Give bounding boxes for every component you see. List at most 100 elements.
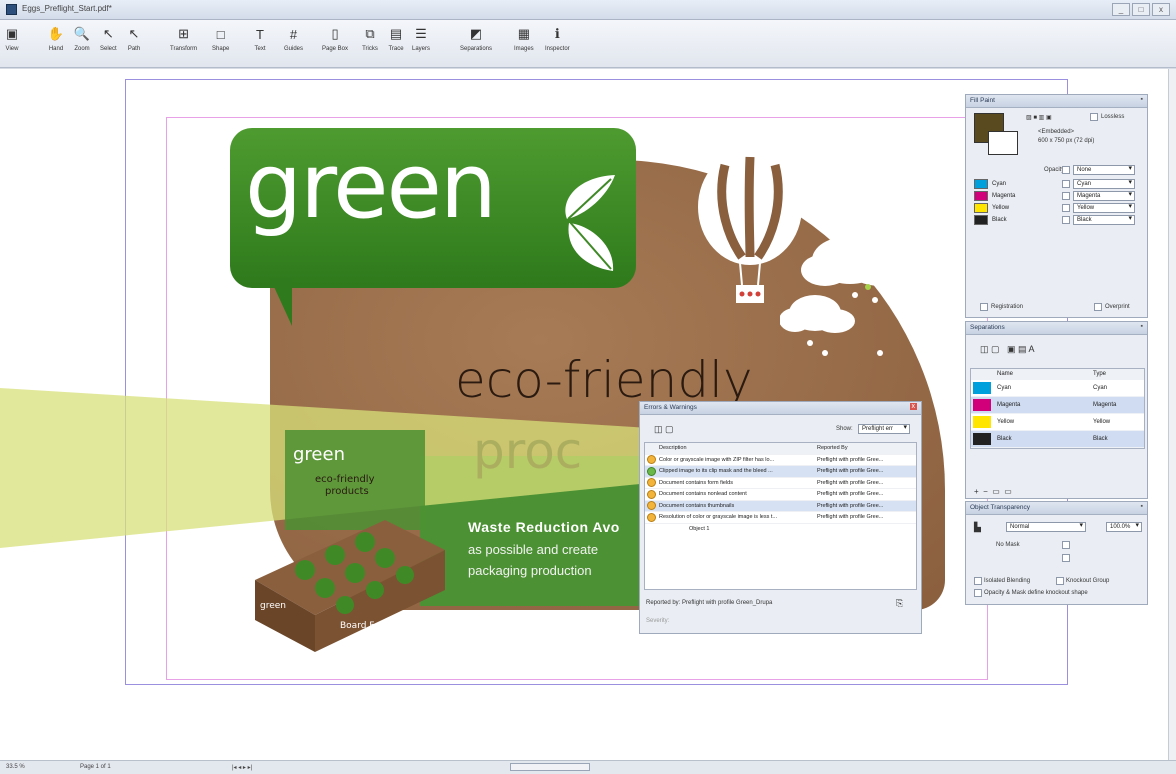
dialog-close-icon[interactable]: x — [909, 403, 917, 410]
ink-checkbox[interactable] — [1062, 180, 1070, 188]
minimize-button[interactable]: _ — [1112, 3, 1130, 16]
transform-icon: ⊞ — [178, 26, 190, 41]
ink-map-select[interactable]: Yellow — [1073, 203, 1135, 213]
col-type[interactable]: Type — [1093, 371, 1106, 377]
knockout-group-checkbox[interactable] — [1056, 577, 1064, 585]
tool-view[interactable]: ▣ View — [4, 26, 20, 52]
opacity-select[interactable]: None — [1073, 165, 1135, 175]
separations-table: Name Type Cyan Cyan Magenta Magenta Yellow Yel… — [970, 368, 1145, 449]
mask-checkbox[interactable] — [1062, 541, 1070, 549]
box-badge-2: products — [325, 486, 369, 497]
error-row[interactable]: Document contains thumbnails Preflight wi… — [645, 500, 916, 512]
object-transparency-panel: Object Transparency ▪ ▙ Normal 100.0% No … — [965, 501, 1148, 605]
vertical-scrollbar[interactable] — [1168, 69, 1176, 760]
tool-images[interactable]: ▦ Images — [514, 26, 534, 52]
copy-icon[interactable]: ⎘ — [896, 598, 903, 609]
isolated-blending-checkbox[interactable] — [974, 577, 982, 585]
panel-close-icon[interactable]: ▪ — [1141, 96, 1143, 103]
errors-dialog-title: Errors & Warnings — [644, 404, 697, 411]
box-badge-1: eco-friendly — [315, 474, 375, 485]
close-button[interactable]: x — [1152, 3, 1170, 16]
separation-type: Yellow — [1093, 419, 1111, 425]
tool-separations[interactable]: ◩ Separations — [460, 26, 492, 52]
error-description: Document contains nonlead content — [659, 491, 747, 498]
tool-select[interactable]: ↖ Select — [100, 26, 117, 52]
tool-layers[interactable]: ☰ Layers — [412, 26, 430, 52]
col-reported-by[interactable]: Reported By — [817, 445, 899, 451]
separation-row[interactable]: Magenta Magenta — [971, 397, 1144, 414]
error-row[interactable]: Clipped image to its clip mask and the b… — [645, 466, 916, 478]
panel-close-icon[interactable]: ▪ — [1141, 503, 1143, 510]
ink-checkbox[interactable] — [1062, 216, 1070, 224]
col-description[interactable]: Description — [659, 445, 817, 451]
tool-guides[interactable]: # Guides — [284, 26, 303, 53]
opacity-checkbox[interactable] — [1062, 166, 1070, 174]
ink-map-select[interactable]: Cyan — [1073, 179, 1135, 189]
fill-type-icons[interactable]: ▨ ■ ▥ ▣ — [1026, 114, 1052, 121]
ink-swatch — [974, 191, 988, 201]
severity-label: Severity: — [646, 618, 670, 624]
overprint-label: Overprint — [1105, 304, 1130, 310]
images-icon: ▦ — [517, 26, 530, 41]
tool-inspector[interactable]: ℹ Inspector — [545, 26, 570, 52]
overprint-checkbox[interactable] — [1094, 303, 1102, 311]
errors-view-icons[interactable]: ◫ ▢ — [654, 424, 674, 435]
col-name[interactable]: Name — [997, 371, 1093, 377]
reported-by-label: Reported by: Preflight with profile Gree… — [646, 600, 773, 606]
window-controls: _ □ x — [1112, 3, 1170, 16]
horizontal-scrollbar[interactable] — [510, 763, 590, 771]
app-icon — [6, 4, 17, 15]
separations-view-icons[interactable]: ◫ ▢ ▣ ▤ A — [980, 344, 1035, 355]
stroke-swatch[interactable] — [988, 131, 1018, 155]
page-navigation[interactable]: |◂ ◂ ▸ ▸| — [232, 764, 252, 771]
separation-row[interactable]: Yellow Yellow — [971, 414, 1144, 431]
warning-icon — [647, 512, 656, 522]
tool-label: Transform — [170, 46, 198, 52]
trace-icon: ▤ — [389, 26, 403, 41]
ink-checkbox[interactable] — [1062, 192, 1070, 200]
ink-map-select[interactable]: Magenta — [1073, 191, 1135, 201]
tool-label: Tricks — [362, 46, 378, 52]
shape-icon: □ — [216, 26, 225, 42]
zoom-level[interactable]: 33.5 % — [6, 764, 25, 770]
error-row[interactable]: Resolution of color or grayscale image i… — [645, 512, 916, 524]
opacity-percent-input[interactable]: 100.0% — [1106, 522, 1142, 532]
panel-close-icon[interactable]: ▪ — [1141, 323, 1143, 330]
tool-trace[interactable]: ▤ Trace — [388, 26, 404, 52]
opacity-mask-checkbox[interactable] — [974, 589, 982, 597]
tool-transform[interactable]: ⊞ Transform — [170, 26, 197, 52]
lossless-label: Lossless — [1101, 114, 1125, 120]
tool-shape[interactable]: □ Shape — [212, 26, 229, 53]
error-description: Clipped image to its clip mask and the b… — [659, 468, 773, 475]
invert-checkbox[interactable] — [1062, 554, 1070, 562]
ink-checkbox[interactable] — [1062, 204, 1070, 212]
tool-tricks[interactable]: ⧉ Tricks — [362, 26, 378, 52]
blend-mode-select[interactable]: Normal — [1006, 522, 1086, 532]
registration-checkbox[interactable] — [980, 303, 988, 311]
tool-path[interactable]: ↖ Path — [126, 26, 142, 52]
warning-icon — [647, 501, 656, 511]
separation-type: Magenta — [1093, 402, 1117, 408]
error-row[interactable]: Document contains nonlead content Preflig… — [645, 489, 916, 501]
separation-swatch — [973, 433, 991, 445]
lossless-checkbox[interactable] — [1090, 113, 1098, 121]
tool-hand[interactable]: ✋ Hand — [48, 26, 64, 52]
separations-panel-title: Separations — [970, 324, 1005, 331]
separation-row[interactable]: Black Black — [971, 431, 1144, 448]
tool-text[interactable]: T Text — [252, 26, 268, 53]
body-line-3: packaging production — [468, 563, 592, 578]
ink-map-select[interactable]: Black — [1073, 215, 1135, 225]
error-row[interactable]: Document contains form fields Preflight w… — [645, 478, 916, 489]
show-filter-select[interactable]: Preflight err — [858, 424, 910, 434]
tool-zoom[interactable]: 🔍 Zoom — [74, 26, 90, 52]
page-box-icon: ▯ — [331, 26, 339, 41]
error-sub-item[interactable]: Object 1 — [645, 524, 916, 536]
separation-row[interactable]: Cyan Cyan — [971, 380, 1144, 397]
fill-paint-panel: Fill Paint ▪ ▨ ■ ▥ ▣ Lossless <Embedded> … — [965, 94, 1148, 318]
maximize-button[interactable]: □ — [1132, 3, 1150, 16]
text-icon: T — [256, 26, 264, 42]
separation-name: Yellow — [997, 419, 1015, 425]
separations-footer-icons[interactable]: + − ▭ ▭ — [974, 487, 1012, 496]
tool-page-box[interactable]: ▯ Page Box — [322, 26, 348, 52]
error-row[interactable]: Color or grayscale image with ZIP filter… — [645, 455, 916, 466]
